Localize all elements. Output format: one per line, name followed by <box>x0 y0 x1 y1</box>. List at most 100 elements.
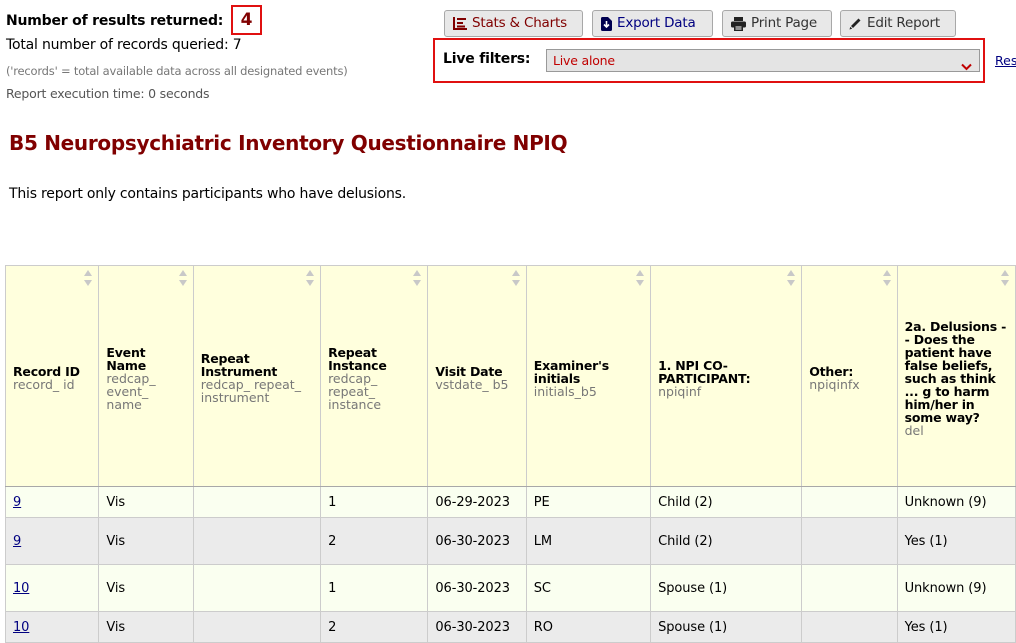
column-variable-name: record_ id <box>13 377 75 392</box>
cell-delusions: Unknown (9) <box>896 486 1016 518</box>
printer-icon <box>731 16 746 31</box>
cell-visit-date: 06-29-2023 <box>427 486 527 518</box>
cell-repeat-instance: 2 <box>320 517 429 565</box>
report-table: Record ID record_ id Event Name redcap_ eve… <box>4 265 1016 643</box>
column-header[interactable]: Repeat Instrument redcap_ repeat_ instrum… <box>192 265 322 487</box>
cell-event: Vis <box>98 486 194 518</box>
sort-icon[interactable] <box>83 269 93 289</box>
column-header[interactable]: 2a. Delusions -- Does the patient have f… <box>896 265 1016 487</box>
record-id-link[interactable]: 10 <box>13 581 29 596</box>
column-variable-name: vstdate_ b5 <box>435 377 509 392</box>
cell-visit-date: 06-30-2023 <box>427 564 527 612</box>
cell-visit-date: 06-30-2023 <box>427 611 527 643</box>
table-row: 9 Vis 2 06-30-2023 LM Child (2) Yes (1) <box>4 517 1016 565</box>
cell-initials: LM <box>525 517 652 565</box>
cell-repeat-instrument <box>192 517 322 565</box>
cell-other <box>801 564 898 612</box>
cell-coparticipant: Spouse (1) <box>650 611 803 643</box>
column-header-label: 2a. Delusions -- Does the patient have f… <box>904 318 1007 425</box>
print-page-button[interactable]: Print Page <box>722 10 832 37</box>
table-row: 9 Vis 1 06-29-2023 PE Child (2) Unknown (9) <box>4 486 1016 518</box>
cell-record-id: 10 <box>4 611 100 643</box>
sort-icon[interactable] <box>882 269 892 289</box>
report-title: B5 Neuropsychiatric Inventory Questionna… <box>9 131 568 155</box>
column-header-label: 1. NPI CO-PARTICIPANT: <box>658 357 751 386</box>
sort-icon[interactable] <box>511 269 521 289</box>
total-records-label: Total number of records queried: 7 <box>6 37 242 53</box>
file-download-icon <box>601 16 612 31</box>
stats-charts-label: Stats & Charts <box>472 15 567 31</box>
cell-delusions: Unknown (9) <box>896 564 1016 612</box>
cell-delusions: Yes (1) <box>896 611 1016 643</box>
report-description: This report only contains participants w… <box>9 186 406 202</box>
sort-icon[interactable] <box>412 269 422 289</box>
cell-other <box>801 611 898 643</box>
chart-icon <box>453 17 467 30</box>
column-header[interactable]: 1. NPI CO-PARTICIPANT: npiqinf <box>650 265 803 487</box>
sort-icon[interactable] <box>635 269 645 289</box>
pencil-icon <box>849 17 862 30</box>
reset-filters-link[interactable]: Res <box>995 53 1016 68</box>
cell-repeat-instance: 2 <box>320 611 429 643</box>
sort-icon[interactable] <box>178 269 188 289</box>
column-variable-name: initials_b5 <box>533 383 597 399</box>
cell-repeat-instrument <box>192 486 322 518</box>
cell-repeat-instance: 1 <box>320 486 429 518</box>
column-header[interactable]: Examiner's initials initials_b5 <box>525 265 652 487</box>
table-body: 9 Vis 1 06-29-2023 PE Child (2) Unknown (9) 9 Vi… <box>4 486 1016 643</box>
column-header[interactable]: Repeat Instance redcap_ repeat_ instance <box>320 265 429 487</box>
record-id-link[interactable]: 9 <box>13 495 21 510</box>
column-variable-name: npiqinf <box>658 383 702 399</box>
table-header-row: Record ID record_ id Event Name redcap_ eve… <box>4 265 1016 487</box>
column-header[interactable]: Other: npiqinfx <box>801 265 898 487</box>
edit-report-label: Edit Report <box>867 15 940 31</box>
column-header-label: Examiner's initials <box>533 357 609 386</box>
table-row: 10 Vis 1 06-30-2023 SC Spouse (1) Unknown (9) <box>4 564 1016 612</box>
export-data-button[interactable]: Export Data <box>592 10 713 37</box>
cell-delusions: Yes (1) <box>896 517 1016 565</box>
cell-visit-date: 06-30-2023 <box>427 517 527 565</box>
cell-initials: PE <box>525 486 652 518</box>
cell-event: Vis <box>98 564 194 612</box>
sort-icon[interactable] <box>305 269 315 289</box>
cell-coparticipant: Spouse (1) <box>650 564 803 612</box>
results-count-value: 4 <box>231 5 262 35</box>
cell-record-id: 10 <box>4 564 100 612</box>
record-id-link[interactable]: 10 <box>13 620 29 635</box>
cell-repeat-instrument <box>192 564 322 612</box>
results-count-label: Number of results returned: <box>6 13 223 29</box>
column-variable-name: redcap_ event_ name <box>106 370 156 412</box>
cell-event: Vis <box>98 517 194 565</box>
export-data-label: Export Data <box>617 15 696 31</box>
sort-icon[interactable] <box>786 269 796 289</box>
column-header-label: Repeat Instrument <box>200 351 278 379</box>
live-filters-panel: Live filters: Live alone <box>433 38 985 83</box>
column-header[interactable]: Event Name redcap_ event_ name <box>98 265 194 487</box>
live-filter-selected-value: Live alone <box>553 53 615 68</box>
cell-other <box>801 486 898 518</box>
live-filters-label: Live filters: <box>443 51 531 67</box>
cell-initials: SC <box>525 564 652 612</box>
column-variable-name: del <box>904 422 924 438</box>
column-header-label: Event Name <box>106 344 146 373</box>
cell-repeat-instrument <box>192 611 322 643</box>
execution-time: Report execution time: 0 seconds <box>6 86 210 101</box>
column-header[interactable]: Visit Date vstdate_ b5 <box>427 265 527 487</box>
cell-initials: RO <box>525 611 652 643</box>
chevron-down-icon <box>961 56 972 77</box>
cell-coparticipant: Child (2) <box>650 517 803 565</box>
record-id-link[interactable]: 9 <box>13 534 21 549</box>
cell-record-id: 9 <box>4 517 100 565</box>
cell-event: Vis <box>98 611 194 643</box>
stats-charts-button[interactable]: Stats & Charts <box>444 10 583 37</box>
edit-report-button[interactable]: Edit Report <box>840 10 956 37</box>
live-filter-select[interactable]: Live alone <box>546 49 980 72</box>
results-label-text: Number of results returned: <box>6 13 224 29</box>
sort-icon[interactable] <box>1000 269 1010 289</box>
column-variable-name: npiqinfx <box>809 377 860 392</box>
column-variable-name: redcap_ repeat_ instrument <box>200 377 301 405</box>
cell-record-id: 9 <box>4 486 100 518</box>
column-header[interactable]: Record ID record_ id <box>4 265 100 487</box>
table-row: 10 Vis 2 06-30-2023 RO Spouse (1) Yes (1) <box>4 611 1016 643</box>
cell-repeat-instance: 1 <box>320 564 429 612</box>
